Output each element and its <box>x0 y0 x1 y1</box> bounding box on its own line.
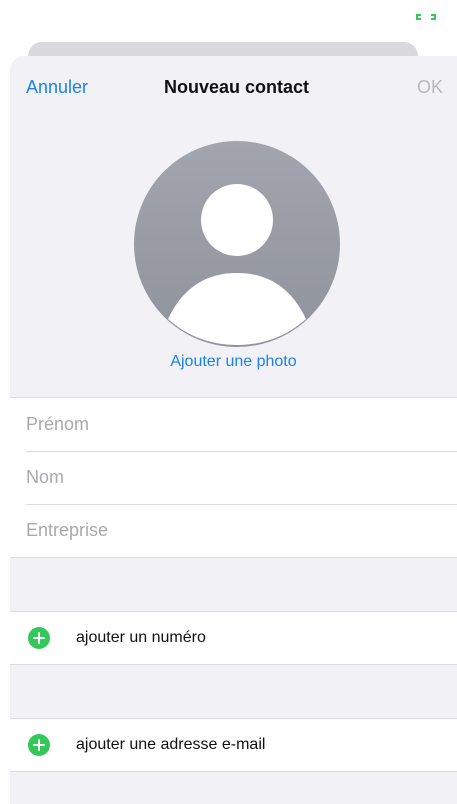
add-circle-icon[interactable] <box>28 734 50 756</box>
new-contact-sheet: Annuler Nouveau contact OK Ajouter une p… <box>10 56 457 804</box>
add-email-row[interactable]: ajouter une adresse e-mail <box>10 718 457 772</box>
page-title: Nouveau contact <box>163 77 310 97</box>
ok-button[interactable]: OK <box>417 77 443 98</box>
name-fields-group: Prénom Nom Entreprise <box>10 397 457 558</box>
first-name-field[interactable]: Prénom <box>10 398 457 451</box>
add-email-label: ajouter une adresse e-mail <box>76 736 266 753</box>
connection-indicator-icon <box>416 14 436 20</box>
add-phone-row[interactable]: ajouter un numéro <box>10 611 457 665</box>
status-bar <box>0 0 457 40</box>
add-phone-label: ajouter un numéro <box>76 629 206 646</box>
avatar[interactable] <box>134 141 340 347</box>
add-photo-button[interactable]: Ajouter une photo <box>10 353 457 371</box>
navigation-bar: Annuler Nouveau contact OK <box>10 56 457 122</box>
company-field[interactable]: Entreprise <box>10 504 457 557</box>
last-name-field[interactable]: Nom <box>10 451 457 504</box>
person-placeholder-icon <box>168 184 306 345</box>
add-circle-icon[interactable] <box>28 627 50 649</box>
